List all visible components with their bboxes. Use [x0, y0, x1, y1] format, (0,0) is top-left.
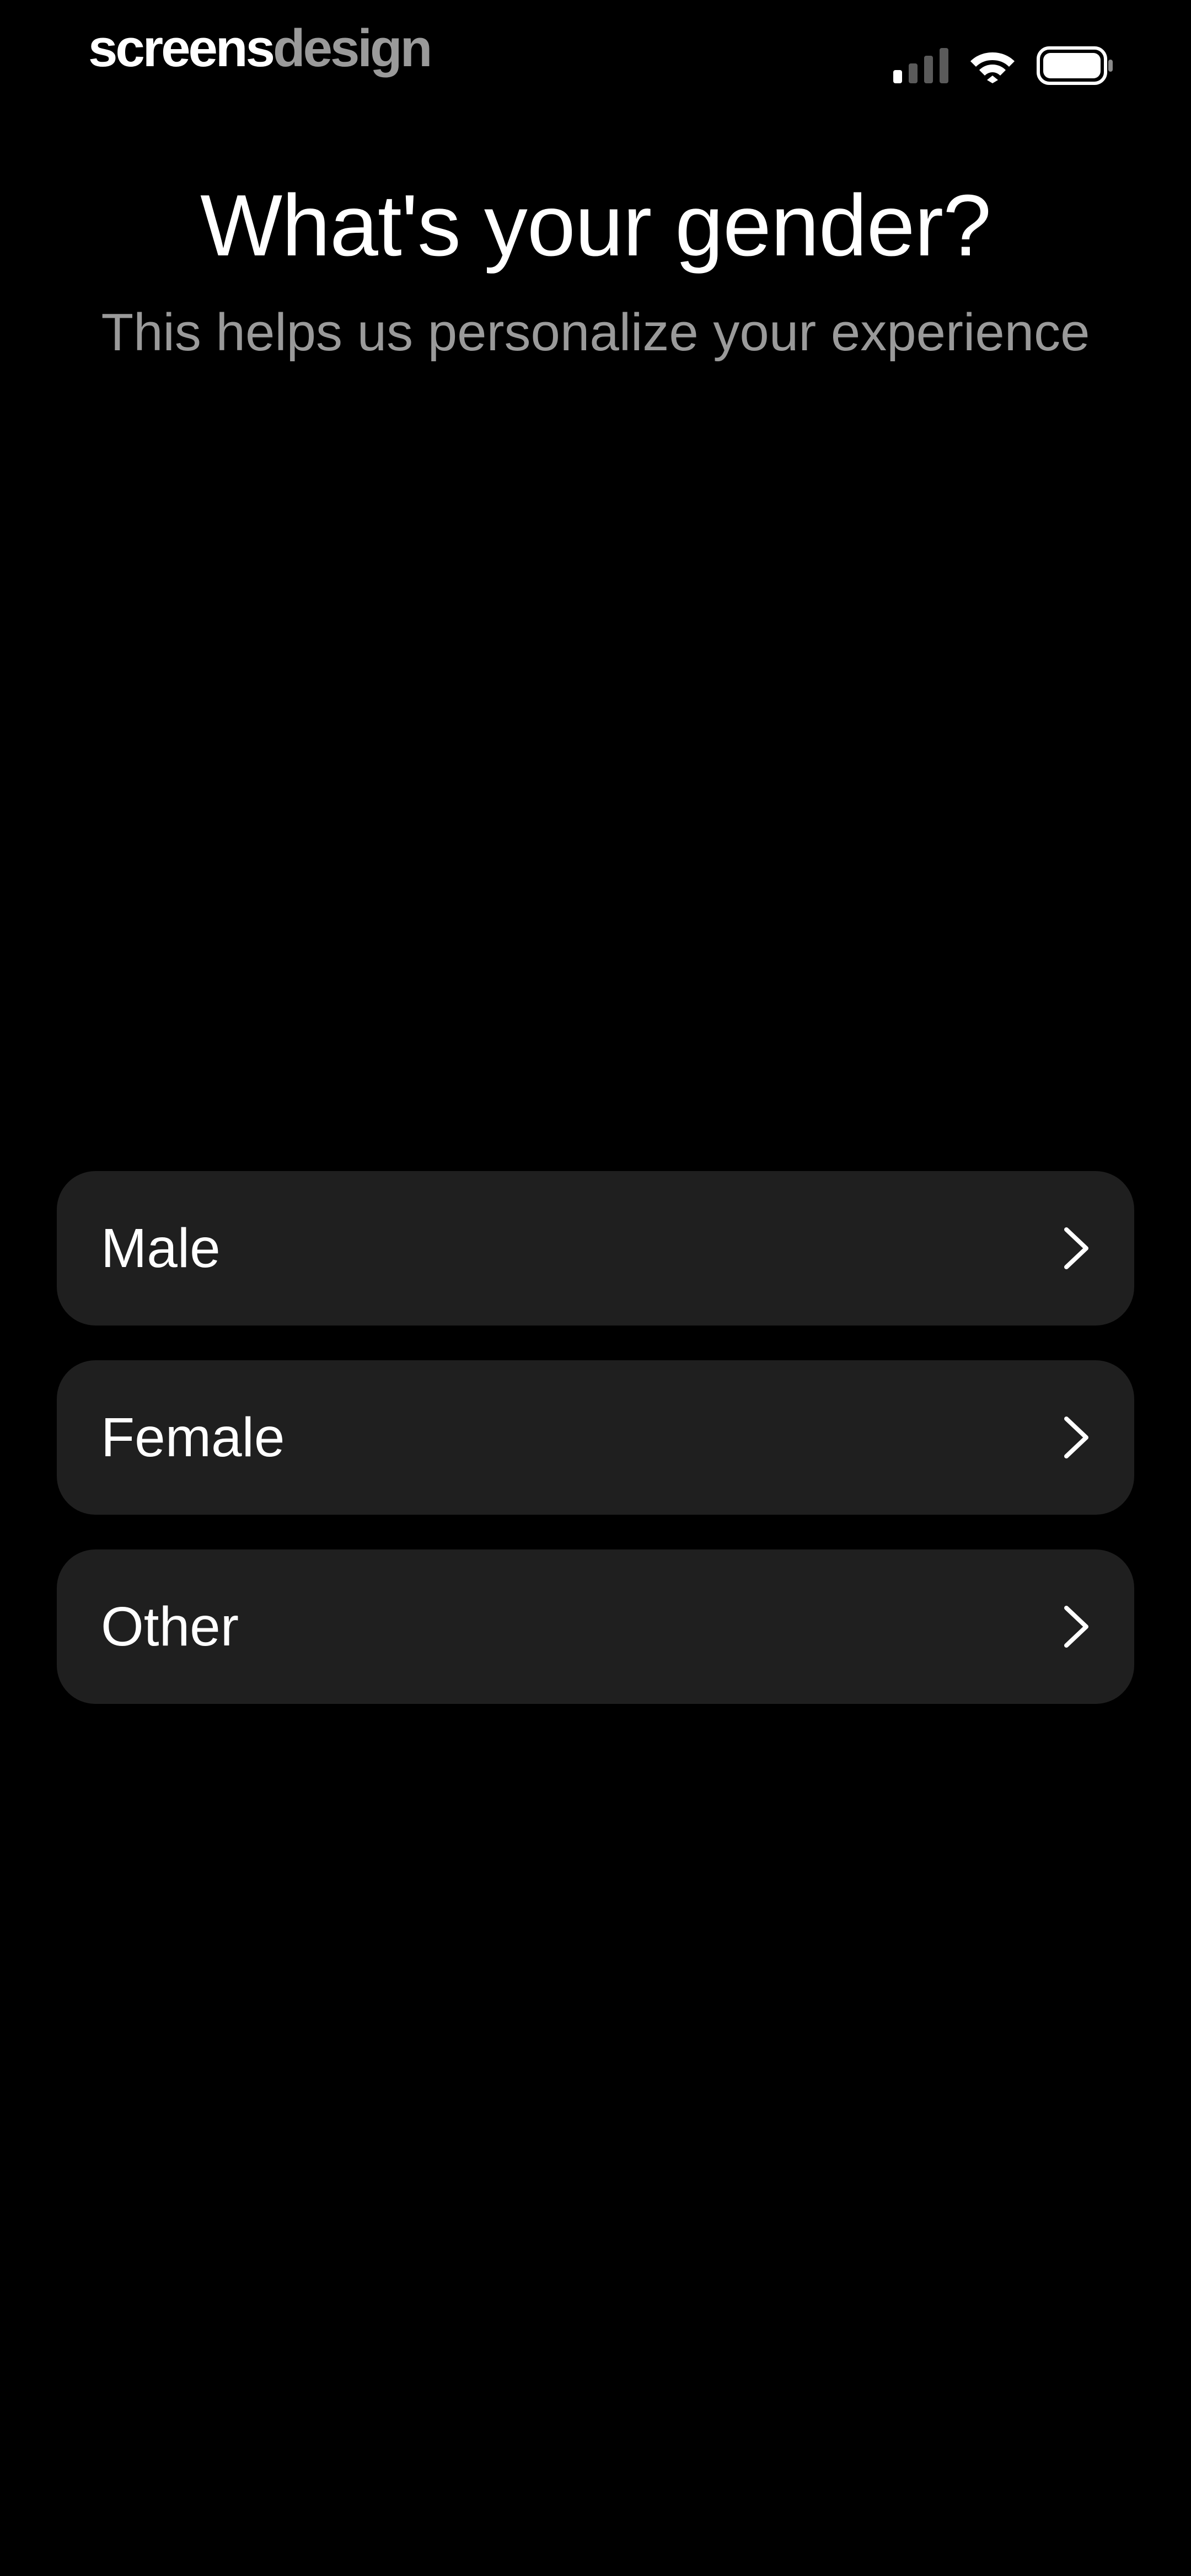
cellular-signal-icon [893, 48, 948, 83]
option-male-button[interactable]: Male [57, 1171, 1134, 1326]
option-other-label: Other [101, 1596, 239, 1658]
chevron-right-icon [1064, 1606, 1088, 1648]
brand-logo-part1: screens [88, 19, 275, 78]
option-male-label: Male [101, 1217, 221, 1279]
gender-options-list: Male Female Other [57, 1171, 1134, 1739]
battery-icon [1037, 46, 1113, 85]
page-title: What's your gender? [200, 177, 991, 274]
brand-logo-part2: design [272, 19, 432, 78]
brand-logo: screensdesign [88, 19, 432, 78]
option-female-button[interactable]: Female [57, 1360, 1134, 1515]
chevron-right-icon [1064, 1227, 1088, 1269]
status-icons [893, 46, 1114, 85]
page-subtitle: This helps us personalize your experienc… [101, 303, 1090, 362]
option-other-button[interactable]: Other [57, 1549, 1134, 1704]
chevron-right-icon [1064, 1417, 1088, 1458]
wifi-icon [970, 52, 1015, 83]
option-female-label: Female [101, 1407, 285, 1468]
status-bar: screensdesign [0, 0, 1191, 127]
